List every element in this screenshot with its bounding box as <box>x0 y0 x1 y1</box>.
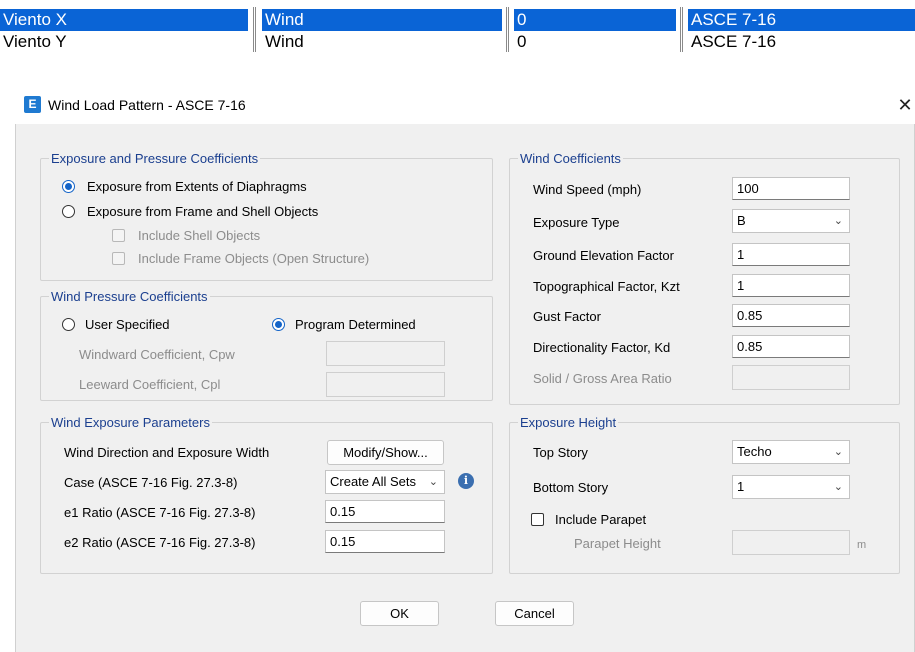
modify-show-button[interactable]: Modify/Show... <box>327 440 444 465</box>
wind-speed-label: Wind Speed (mph) <box>533 182 642 197</box>
exposure-type-dropdown[interactable]: B ⌄ <box>732 209 850 233</box>
column-separator[interactable] <box>506 7 509 52</box>
include-parapet-checkbox[interactable] <box>531 513 544 526</box>
case-label: Case (ASCE 7-16 Fig. 27.3-8) <box>64 475 238 490</box>
leeward-coefficient-field[interactable] <box>326 372 445 397</box>
grid-cell-type[interactable]: Wind <box>262 9 502 31</box>
include-frame-checkbox[interactable] <box>112 252 125 265</box>
gust-factor-label: Gust Factor <box>533 309 601 324</box>
wind-coefficients-group: Wind Coefficients Wind Speed (mph) 100 E… <box>509 151 900 405</box>
case-value: Create All Sets <box>330 474 416 489</box>
include-frame-label: Include Frame Objects (Open Structure) <box>138 251 370 266</box>
cancel-button[interactable]: Cancel <box>495 601 574 626</box>
chevron-down-icon: ⌄ <box>428 476 438 488</box>
topographical-factor-field[interactable]: 1 <box>732 274 850 297</box>
user-specified-label[interactable]: User Specified <box>85 317 170 333</box>
chevron-down-icon: ⌄ <box>833 215 843 227</box>
windward-coefficient-field[interactable] <box>326 341 445 366</box>
group-legend: Wind Exposure Parameters <box>49 415 212 430</box>
windward-coefficient-label: Windward Coefficient, Cpw <box>79 347 235 362</box>
dialog-titlebar[interactable]: E Wind Load Pattern - ASCE 7-16 ✕ <box>15 90 915 124</box>
chevron-down-icon: ⌄ <box>833 446 843 458</box>
etabs-app-icon: E <box>24 96 41 113</box>
solid-gross-area-field[interactable] <box>732 365 850 390</box>
chevron-down-icon: ⌄ <box>833 481 843 493</box>
exposure-type-label: Exposure Type <box>533 215 620 230</box>
exposure-height-group: Exposure Height Top Story Techo ⌄ Bottom… <box>509 415 900 574</box>
top-story-dropdown[interactable]: Techo ⌄ <box>732 440 850 464</box>
parapet-height-label: Parapet Height <box>574 536 661 551</box>
column-separator[interactable] <box>253 7 256 52</box>
parapet-height-unit: m <box>857 539 867 551</box>
include-shell-label: Include Shell Objects <box>138 228 261 243</box>
program-determined-label[interactable]: Program Determined <box>295 317 416 333</box>
gust-factor-field[interactable]: 0.85 <box>732 304 850 327</box>
top-story-value: Techo <box>737 444 772 459</box>
exposure-frame-shell-radio[interactable] <box>62 205 75 218</box>
group-legend: Exposure Height <box>518 415 619 430</box>
exposure-frame-shell-label[interactable]: Exposure from Frame and Shell Objects <box>87 204 318 220</box>
parapet-height-field[interactable] <box>732 530 850 555</box>
user-specified-radio[interactable] <box>62 318 75 331</box>
topographical-factor-label: Topographical Factor, Kzt <box>533 279 680 294</box>
group-legend: Wind Pressure Coefficients <box>49 289 210 304</box>
grid-cell-auto-load[interactable]: ASCE 7-16 <box>688 9 915 31</box>
bottom-story-label: Bottom Story <box>533 480 609 495</box>
solid-gross-area-label: Solid / Gross Area Ratio <box>533 371 672 386</box>
exposure-type-value: B <box>737 213 746 228</box>
ok-button[interactable]: OK <box>360 601 439 626</box>
wind-pressure-group: Wind Pressure Coefficients User Specifie… <box>40 289 493 401</box>
program-determined-radio[interactable] <box>272 318 285 331</box>
include-shell-checkbox[interactable] <box>112 229 125 242</box>
bottom-story-value: 1 <box>737 479 745 494</box>
grid-cell-type[interactable]: Wind <box>262 31 502 53</box>
case-dropdown[interactable]: Create All Sets ⌄ <box>325 470 445 494</box>
wind-speed-field[interactable]: 100 <box>732 177 850 200</box>
dialog-body: Exposure and Pressure Coefficients Expos… <box>15 124 915 652</box>
group-legend: Wind Coefficients <box>518 151 623 166</box>
wind-exposure-parameters-group: Wind Exposure Parameters Wind Direction … <box>40 415 493 574</box>
dialog-title: Wind Load Pattern - ASCE 7-16 <box>48 97 246 113</box>
e1-ratio-field[interactable]: 0.15 <box>325 500 445 523</box>
column-separator[interactable] <box>680 7 683 52</box>
grid-cell-auto-load[interactable]: ASCE 7-16 <box>688 31 915 53</box>
ground-elevation-field[interactable]: 1 <box>732 243 850 266</box>
bottom-story-dropdown[interactable]: 1 ⌄ <box>732 475 850 499</box>
exposure-extents-radio[interactable] <box>62 180 75 193</box>
directionality-factor-field[interactable]: 0.85 <box>732 335 850 358</box>
grid-cell-name[interactable]: Viento X <box>0 9 248 31</box>
exposure-extents-label[interactable]: Exposure from Extents of Diaphragms <box>87 179 307 195</box>
e1-ratio-label: e1 Ratio (ASCE 7-16 Fig. 27.3-8) <box>64 505 256 520</box>
grid-cell-multiplier[interactable]: 0 <box>514 31 676 53</box>
ground-elevation-label: Ground Elevation Factor <box>533 248 674 263</box>
e2-ratio-label: e2 Ratio (ASCE 7-16 Fig. 27.3-8) <box>64 535 256 550</box>
leeward-coefficient-label: Leeward Coefficient, Cpl <box>79 377 221 392</box>
grid-cell-name[interactable]: Viento Y <box>0 31 248 53</box>
exposure-pressure-group: Exposure and Pressure Coefficients Expos… <box>40 151 493 281</box>
close-icon[interactable]: ✕ <box>895 93 915 117</box>
wind-direction-label: Wind Direction and Exposure Width <box>64 445 270 460</box>
top-story-label: Top Story <box>533 445 588 460</box>
info-icon[interactable]: i <box>458 473 474 489</box>
grid-cell-multiplier[interactable]: 0 <box>514 9 676 31</box>
e2-ratio-field[interactable]: 0.15 <box>325 530 445 553</box>
group-legend: Exposure and Pressure Coefficients <box>49 151 261 166</box>
wind-load-pattern-dialog: E Wind Load Pattern - ASCE 7-16 ✕ Exposu… <box>15 90 915 652</box>
include-parapet-label[interactable]: Include Parapet <box>555 512 646 528</box>
directionality-factor-label: Directionality Factor, Kd <box>533 340 671 355</box>
